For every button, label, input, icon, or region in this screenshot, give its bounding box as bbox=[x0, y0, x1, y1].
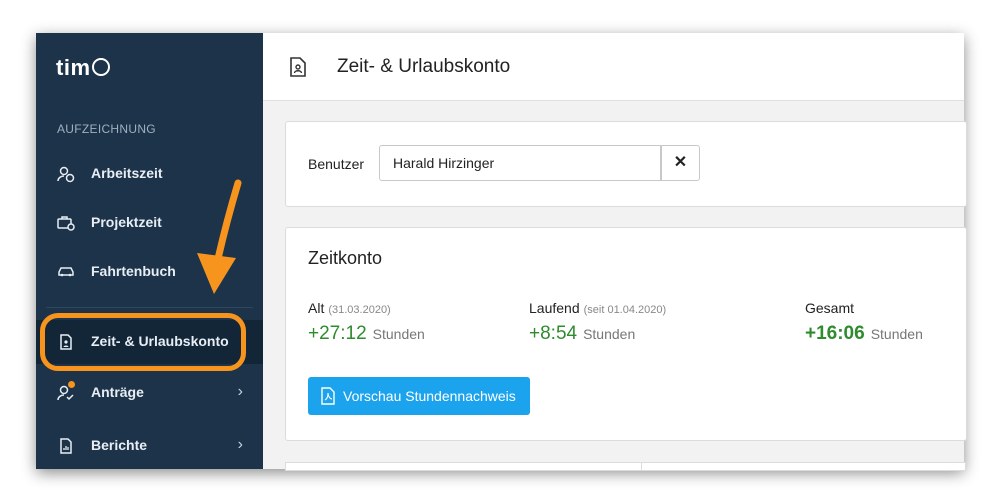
notification-dot bbox=[68, 381, 75, 388]
stat-sublabel: (31.03.2020) bbox=[328, 304, 391, 316]
document-person-icon bbox=[290, 57, 306, 77]
report-icon bbox=[60, 438, 72, 454]
logo-clock-icon bbox=[91, 58, 110, 77]
stat-unit: Stunden bbox=[583, 326, 636, 342]
user-input[interactable] bbox=[393, 155, 643, 171]
user-filter-card: Benutzer ✕ bbox=[285, 121, 967, 207]
user-select-box[interactable] bbox=[379, 145, 661, 181]
page-header: Zeit- & Urlaubskonto bbox=[263, 33, 964, 101]
page-title: Zeit- & Urlaubskonto bbox=[337, 56, 511, 77]
stat-gesamt: Gesamt +16:06 Stunden bbox=[805, 300, 923, 344]
sidebar-item-label: Arbeitszeit bbox=[91, 165, 163, 181]
stat-unit: Stunden bbox=[372, 326, 425, 342]
sidebar-item-arbeitszeit[interactable]: Arbeitszeit bbox=[36, 152, 263, 196]
timr-logo[interactable]: tim bbox=[56, 55, 110, 81]
clear-user-button[interactable]: ✕ bbox=[661, 145, 700, 181]
user-label: Benutzer bbox=[308, 156, 365, 172]
car-icon bbox=[58, 267, 74, 277]
sidebar-divider bbox=[46, 307, 253, 308]
stat-label: Alt bbox=[308, 300, 325, 316]
button-label: Vorschau Stundennachweis bbox=[343, 388, 516, 404]
stat-alt: Alt (31.03.2020) +27:12 Stunden bbox=[308, 300, 425, 344]
sidebar-item-antraege[interactable]: Anträge › bbox=[36, 371, 263, 415]
stat-label: Gesamt bbox=[805, 300, 855, 316]
sidebar: tim AUFZEICHNUNG Arbeitszeit Projektzeit… bbox=[36, 33, 263, 469]
sidebar-item-fahrtenbuch[interactable]: Fahrtenbuch bbox=[36, 250, 263, 294]
section-label-aufzeichnung: AUFZEICHNUNG bbox=[57, 122, 156, 136]
stat-unit: Stunden bbox=[870, 326, 923, 342]
sidebar-item-berichte[interactable]: Berichte › bbox=[36, 424, 263, 468]
pdf-file-icon bbox=[321, 387, 335, 405]
stat-sublabel: (seit 01.04.2020) bbox=[583, 304, 667, 316]
sidebar-item-label: Fahrtenbuch bbox=[91, 263, 176, 279]
briefcase-clock-icon bbox=[57, 216, 75, 231]
stat-value: +27:12 bbox=[308, 323, 367, 344]
chevron-right-icon: › bbox=[237, 383, 243, 400]
user-clock-icon bbox=[57, 166, 75, 183]
highlight-outline bbox=[40, 313, 246, 371]
sidebar-item-label: Berichte bbox=[91, 437, 148, 453]
stat-value: +16:06 bbox=[805, 323, 865, 344]
sidebar-item-label: Projektzeit bbox=[91, 214, 162, 230]
zeitkonto-card: Zeitkonto Alt (31.03.2020) +27:12 Stunden … bbox=[285, 227, 967, 441]
stat-laufend: Laufend (seit 01.04.2020) +8:54 Stunden bbox=[529, 300, 667, 344]
chevron-right-icon: › bbox=[237, 436, 243, 453]
bottom-card-left bbox=[285, 462, 642, 471]
sidebar-item-projektzeit[interactable]: Projektzeit bbox=[36, 201, 263, 245]
stat-value: +8:54 bbox=[529, 323, 578, 344]
preview-stundennachweis-button[interactable]: Vorschau Stundennachweis bbox=[308, 377, 530, 415]
zeitkonto-title: Zeitkonto bbox=[308, 248, 383, 268]
sidebar-item-label: Anträge bbox=[91, 384, 144, 400]
stat-label: Laufend bbox=[529, 300, 580, 316]
bottom-card-right bbox=[641, 462, 966, 471]
